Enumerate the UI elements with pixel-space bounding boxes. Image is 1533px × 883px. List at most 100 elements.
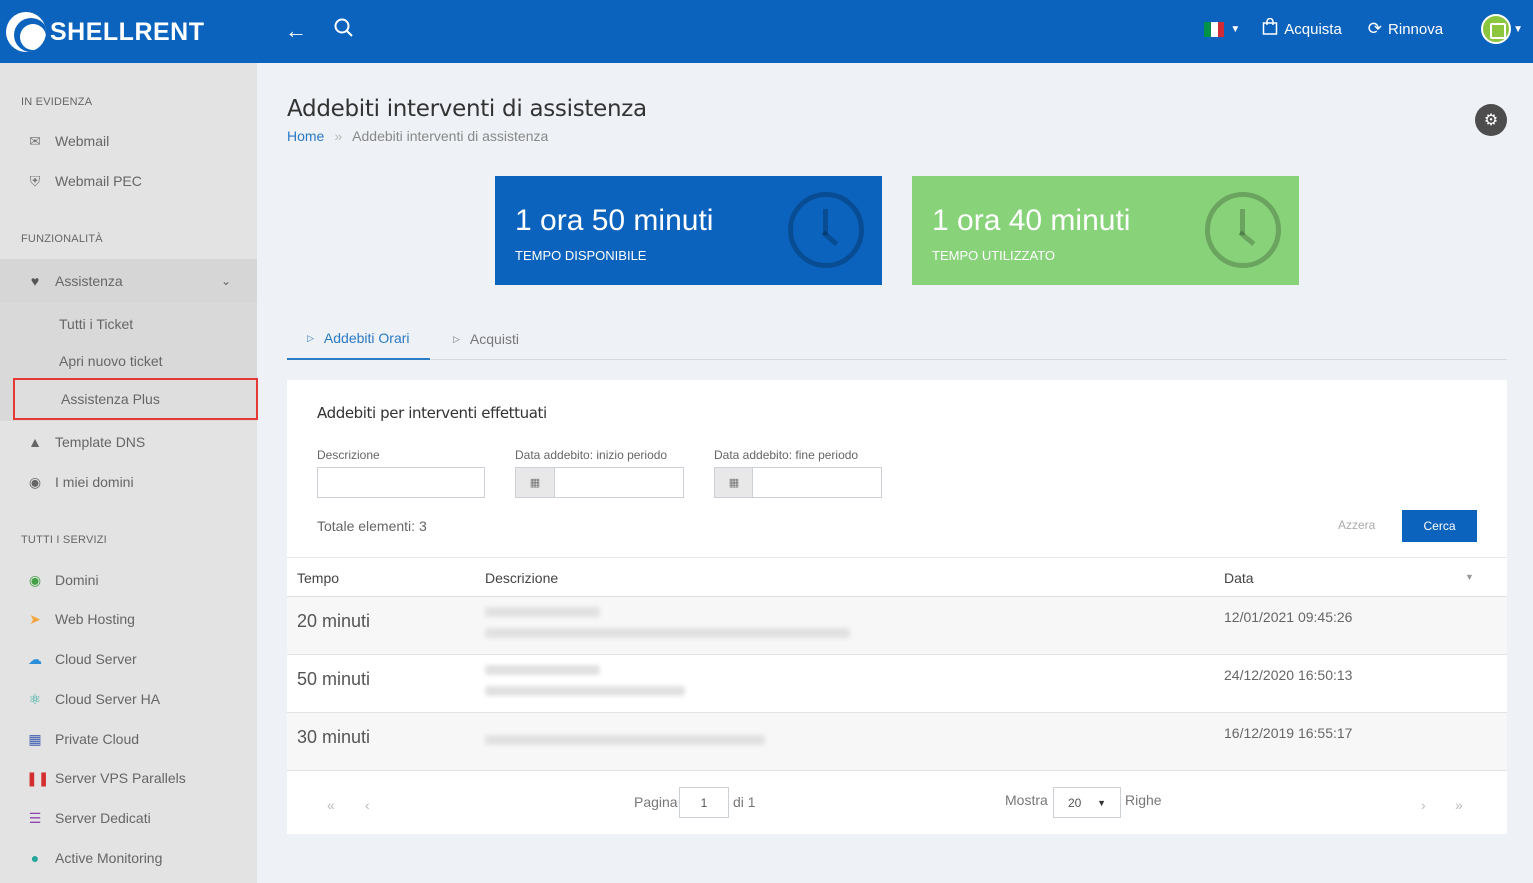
cell-time: 20 minuti [297,611,371,631]
caret-down-icon: ▼ [1513,23,1523,35]
calendar-icon[interactable]: ▦ [515,467,554,498]
search-button[interactable]: Cerca [1402,510,1477,542]
cell-date: 16/12/2019 16:55:17 [1224,725,1353,741]
caret-down-icon: ▼ [1230,23,1241,35]
sidebar-item-label: Web Hosting [55,611,135,627]
sidebar-item-label: Server VPS Parallels [55,770,186,786]
sidebar-subitem-label: Apri nuovo ticket [59,352,163,369]
breadcrumb-current: Addebiti interventi di assistenza [352,128,549,144]
sidebar-item-vps-parallels[interactable]: ❚❚ Server VPS Parallels [0,758,257,798]
column-header-date[interactable]: Data [1224,570,1254,586]
breadcrumb-home-link[interactable]: Home [287,128,324,144]
thermometer-icon: ● [30,850,40,866]
cell-date: 24/12/2020 16:50:13 [1224,667,1353,683]
last-page-icon[interactable]: » [1455,797,1463,813]
renew-link[interactable]: ⟳ Rinnova [1368,19,1443,39]
prev-page-icon[interactable]: ‹ [365,797,370,813]
rows-label: Righe [1125,792,1162,808]
column-header-description[interactable]: Descrizione [485,570,558,586]
section-title-all-services: TUTTI I SERVIZI [21,534,107,546]
first-page-icon[interactable]: « [327,797,335,813]
table-row[interactable]: 50 minuti 24/12/2020 16:50:13 [287,655,1507,713]
sidebar-item-web-hosting[interactable]: ➤ Web Hosting [0,599,257,639]
sort-caret-icon[interactable]: ▼ [1465,572,1474,582]
sidebar-item-cloud-server[interactable]: ☁ Cloud Server [0,639,257,679]
refresh-icon: ⟳ [1367,19,1383,38]
description-input[interactable] [317,467,485,498]
sidebar-item-cloud-server-ha[interactable]: ⚛ Cloud Server HA [0,679,257,719]
cell-description-redacted [485,665,885,707]
search-icon[interactable] [334,18,354,44]
rows-per-page-value: 20 [1068,795,1082,810]
breadcrumb: Home » Addebiti interventi di assistenza [287,128,548,144]
sidebar-item-template-dns[interactable]: ▲ Template DNS [0,422,257,462]
sidebar-item-webmail[interactable]: ✉ Webmail [0,121,257,161]
rows-per-page-select[interactable]: 20 ▼ [1053,787,1121,818]
next-page-icon[interactable]: › [1421,797,1426,813]
tab-hourly-charges[interactable]: ▷ Addebiti Orari [287,318,430,360]
envelope-icon: ✉ [29,132,41,149]
stat-label: TEMPO DISPONIBILE [515,248,647,263]
sidebar-item-domini[interactable]: ◉ Domini [0,560,257,600]
language-selector[interactable]: ▼ [1204,21,1241,37]
sidebar-item-private-cloud[interactable]: ▦ Private Cloud [0,719,257,759]
sidebar-item-active-monitoring[interactable]: ● Active Monitoring [0,838,257,878]
sidebar-item-label: Active Monitoring [55,850,163,866]
stat-label: TEMPO UTILIZZATO [932,248,1056,263]
sidebar-item-label: Domini [55,572,99,588]
sidebar-item-my-domains[interactable]: ◉ I miei domini [0,462,257,502]
arrow-left-icon[interactable]: ← [285,18,307,44]
calendar-icon[interactable]: ▦ [714,467,753,498]
sidebar-subitem-assistenza-plus[interactable]: Assistenza Plus [13,378,258,420]
breadcrumb-separator: » [334,128,343,144]
table-row[interactable]: 30 minuti 16/12/2019 16:55:17 [287,713,1507,771]
chevron-down-icon: ⌄ [220,274,231,288]
page-number-input[interactable] [679,787,729,818]
reset-button[interactable]: Azzera [1338,518,1375,532]
sidebar-item-label: Server Dedicati [55,810,151,826]
renew-label: Rinnova [1388,20,1444,38]
account-menu[interactable]: ▼ [1481,14,1523,44]
shellrent-logo-icon [6,12,46,52]
sidebar-subitem-new-ticket[interactable]: Apri nuovo ticket [0,342,257,379]
shield-icon: ⛨ [29,172,41,189]
sidebar-item-dedicated-servers[interactable]: ☰ Server Dedicati [0,798,257,838]
cell-time: 30 minuti [297,727,371,747]
buy-label: Acquista [1284,20,1342,38]
sidebar-subitem-label: Tutti i Ticket [59,315,134,332]
sidebar-item-webmail-pec[interactable]: ⛨ Webmail PEC [0,161,257,201]
buy-link[interactable]: Acquista [1262,17,1342,40]
settings-button[interactable]: ⚙ [1475,104,1507,136]
sidebar-item-label: Webmail PEC [55,173,142,189]
stat-value: 1 ora 40 minuti [932,204,1131,237]
sidebar-item-label: Cloud Server HA [55,691,161,707]
cell-date: 12/01/2021 09:45:26 [1224,609,1353,625]
heartbeat-icon: ♥ [30,273,40,289]
italy-flag-icon [1204,21,1225,37]
charges-panel: Addebiti per interventi effettuati Descr… [287,380,1507,834]
total-count: Totale elementi: 3 [317,518,427,534]
stat-used-time: 1 ora 40 minuti TEMPO UTILIZZATO [912,176,1299,285]
stat-value: 1 ora 50 minuti [515,204,714,237]
pagination: « ‹ Pagina di 1 Mostra 20 ▼ Righe › » [287,787,1507,821]
stat-available-time: 1 ora 50 minuti TEMPO DISPONIBILE [495,176,882,285]
tab-purchases[interactable]: ▷ Acquisti [433,318,539,360]
sidebar-subitem-all-tickets[interactable]: Tutti i Ticket [0,305,257,342]
sidebar: IN EVIDENZA ✉ Webmail ⛨ Webmail PEC FUNZ… [0,63,258,883]
road-icon: ▲ [28,434,42,450]
sidebar-item-assistenza[interactable]: ♥ Assistenza ⌄ [0,259,257,303]
start-date-input[interactable] [554,467,684,498]
cell-description-redacted [485,735,885,756]
globe-icon: ◉ [28,571,42,588]
end-date-input[interactable] [752,467,882,498]
description-label: Descrizione [317,448,380,462]
table-row[interactable]: 20 minuti 12/01/2021 09:45:26 [287,597,1507,655]
caret-down-icon: ▼ [1097,797,1106,808]
column-header-time[interactable]: Tempo [297,570,339,586]
charges-table: Tempo Descrizione Data ▼ 20 minuti 12/01… [287,557,1507,771]
page-title: Addebiti interventi di assistenza [287,96,647,122]
sidebar-item-label: Template DNS [55,434,146,450]
end-date-label: Data addebito: fine periodo [714,448,859,462]
logo[interactable]: SHELLRENT [6,8,205,56]
sidebar-item-label: Assistenza [55,273,123,289]
